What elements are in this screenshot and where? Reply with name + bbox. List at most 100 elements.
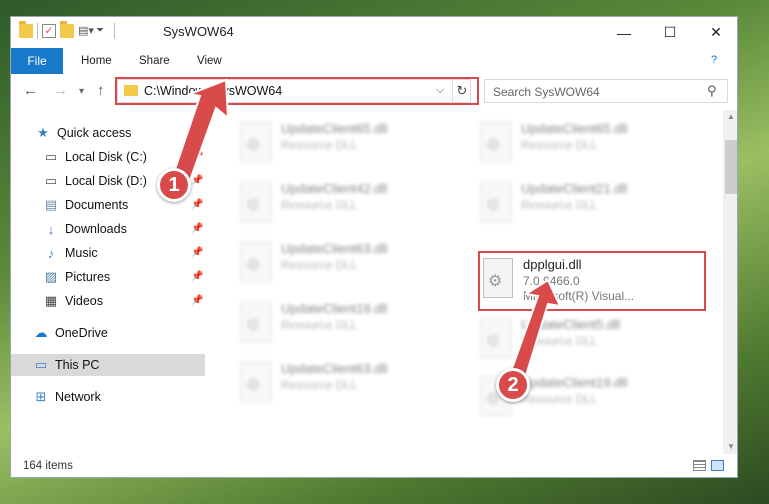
file-description: Resource DLL [521, 138, 598, 152]
network-icon: ⊞ [35, 389, 47, 404]
file-description: Resource DLL [281, 378, 358, 392]
file-description: Resource DLL [521, 334, 598, 348]
sidebar-item-label: Quick access [57, 126, 132, 140]
file-name: UpdateClient19.dll [281, 301, 388, 316]
sidebar-item-label: Music [65, 246, 98, 260]
customize-toolbar-icon[interactable]: ▤▾ [78, 24, 94, 38]
sidebar-item-music[interactable]: ♪ Music 📌 [11, 242, 205, 264]
cloud-icon: ☁ [34, 325, 48, 340]
sidebar-item-onedrive[interactable]: ☁ OneDrive [11, 322, 205, 344]
address-path[interactable]: C:\Windows\SysWOW64 [144, 84, 282, 98]
pin-icon: 📌 [191, 151, 204, 162]
file-description: Resource DLL [281, 258, 358, 272]
file-description: Resource DLL [521, 392, 598, 406]
gear-icon: ⚙ [246, 137, 261, 154]
sidebar-item-label: This PC [55, 358, 100, 372]
gear-icon: ⚙ [486, 197, 501, 214]
scroll-thumb[interactable] [725, 140, 737, 194]
vertical-scrollbar[interactable]: ▲ ▼ [723, 110, 737, 454]
sidebar-item-label: Videos [65, 294, 103, 308]
file-description: Resource DLL [281, 318, 358, 332]
details-view-icon[interactable] [693, 460, 706, 471]
file-tile[interactable]: ⚙ UpdateClient63.dll Resource DLL [227, 238, 457, 290]
file-tile[interactable]: ⚙ UpdateClient5.dll Resource DLL [467, 314, 697, 366]
gear-icon: ⚙ [488, 273, 503, 290]
file-description: Resource DLL [281, 138, 358, 152]
divider [37, 23, 38, 39]
tab-file[interactable]: File [11, 48, 63, 74]
videos-icon: ▦ [44, 293, 58, 308]
search-input[interactable] [491, 83, 705, 101]
dropdown-arrow-icon[interactable]: ⏷ [96, 24, 110, 38]
pin-icon: 📌 [191, 247, 204, 258]
sidebar-item-label: Local Disk (D:) [65, 174, 147, 188]
file-name: UpdateClient63.dll [281, 241, 388, 256]
file-tile[interactable]: ⚙ UpdateClient65.dll Resource DLL [227, 118, 457, 170]
minimize-button[interactable]: — [601, 17, 647, 48]
file-name: dpplgui.dll [523, 257, 582, 272]
help-icon[interactable]: ? [711, 54, 717, 66]
sidebar-item-label: Network [55, 390, 101, 404]
address-bar[interactable]: C:\Windows\SysWOW64 ⌵ ↻ [117, 79, 471, 103]
file-name: UpdateClient65.dll [521, 121, 628, 136]
pin-icon: 📌 [191, 223, 204, 234]
ribbon-tabs: File Home Share View ? [11, 48, 737, 75]
tab-share[interactable]: Share [139, 48, 170, 74]
dll-file-icon: ⚙ [481, 182, 511, 222]
close-button[interactable]: ✕ [693, 17, 737, 48]
chevron-down-icon[interactable]: ⌵ [436, 84, 444, 97]
star-icon: ★ [37, 125, 49, 140]
tab-view[interactable]: View [197, 48, 222, 74]
file-name: UpdateClient21.dll [521, 181, 628, 196]
drive-icon: ▭ [44, 149, 58, 164]
pin-icon: 📌 [191, 295, 204, 306]
recent-locations-icon[interactable]: ▾ [79, 86, 84, 97]
folder-icon[interactable] [19, 21, 33, 38]
pin-icon: 📌 [191, 199, 204, 210]
file-tile[interactable]: ⚙ UpdateClient63.dll Resource DLL [227, 358, 457, 410]
properties-icon[interactable]: ✓ [42, 24, 56, 38]
sidebar-item-label: Downloads [65, 222, 127, 236]
computer-icon: ▭ [34, 357, 48, 372]
maximize-button[interactable]: ☐ [647, 17, 693, 48]
dll-file-icon: ⚙ [481, 122, 511, 162]
sidebar-item-videos[interactable]: ▦ Videos 📌 [11, 290, 205, 312]
search-icon[interactable]: ⚲ [707, 83, 717, 99]
dll-file-icon: ⚙ [241, 242, 271, 282]
callout-step-1: 1 [157, 168, 191, 202]
file-name: UpdateClient19.dll [521, 375, 628, 390]
file-name: UpdateClient5.dll [521, 317, 621, 332]
up-arrow-icon[interactable]: ↑ [97, 82, 105, 99]
forward-arrow-icon[interactable]: → [53, 82, 68, 99]
sidebar-item-pictures[interactable]: ▨ Pictures 📌 [11, 266, 205, 288]
sidebar-item-label: Local Disk (C:) [65, 150, 147, 164]
refresh-icon[interactable]: ↻ [452, 80, 471, 102]
file-tile[interactable]: ⚙ UpdateClient21.dll Resource DLL [467, 178, 697, 230]
large-icons-view-icon[interactable] [711, 460, 724, 471]
sidebar-item-local-disk-c[interactable]: ▭ Local Disk (C:) 📌 [11, 146, 205, 168]
file-tile[interactable]: ⚙ UpdateClient65.dll Resource DLL [467, 118, 697, 170]
tab-home[interactable]: Home [81, 48, 112, 74]
sidebar-item-downloads[interactable]: ↓ Downloads 📌 [11, 218, 205, 240]
new-folder-icon[interactable] [60, 21, 74, 38]
music-icon: ♪ [47, 245, 55, 261]
window-title: SysWOW64 [163, 24, 234, 39]
sidebar-item-label: Pictures [65, 270, 111, 284]
folder-icon [124, 85, 138, 96]
file-name: UpdateClient42.dll [281, 181, 388, 196]
search-box[interactable]: ⚲ [484, 79, 728, 103]
scroll-down-icon[interactable]: ▼ [727, 442, 735, 451]
file-tile[interactable]: ⚙ UpdateClient42.dll Resource DLL [227, 178, 457, 230]
file-tile[interactable]: ⚙ UpdateClient19.dll Resource DLL [227, 298, 457, 350]
sidebar-item-this-pc[interactable]: ▭ This PC [11, 354, 205, 376]
scroll-up-icon[interactable]: ▲ [727, 112, 735, 121]
sidebar-item-network[interactable]: ⊞ Network [11, 386, 205, 408]
sidebar-item-quick-access[interactable]: ★ Quick access [11, 122, 205, 144]
dll-file-icon: ⚙ [483, 258, 513, 298]
gear-icon: ⚙ [246, 377, 261, 394]
address-row: ← → ▾ ↑ C:\Windows\SysWOW64 ⌵ ↻ ⚲ [11, 74, 737, 108]
file-tile-dpplgui[interactable]: ⚙ dpplgui.dll 7.0.9466.0 Microsoft(R) Vi… [469, 254, 699, 306]
item-count: 164 items [23, 460, 73, 472]
documents-icon: ▤ [44, 197, 58, 212]
back-arrow-icon[interactable]: ← [23, 82, 38, 99]
